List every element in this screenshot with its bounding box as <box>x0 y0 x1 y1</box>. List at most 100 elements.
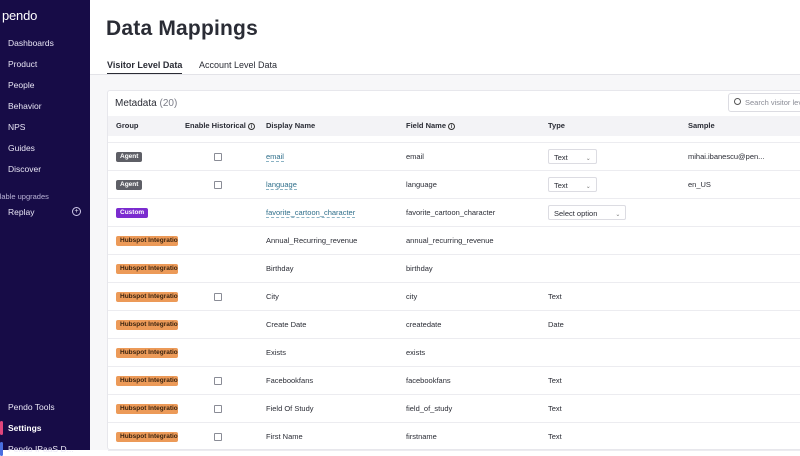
table-row: Hubspot Integration Annual_Recurring_reve… <box>108 227 800 255</box>
display-name: First Name <box>266 432 303 441</box>
chevron-down-icon: ⌄ <box>586 156 591 162</box>
field-name: annual_recurring_revenue <box>406 236 494 245</box>
display-name[interactable]: favorite_cartoon_character <box>266 208 355 218</box>
table-row: Custom favorite_cartoon_character favorite… <box>108 199 800 227</box>
active-indicator <box>0 421 3 435</box>
group-badge: Agent <box>116 180 142 190</box>
enable-historical-checkbox[interactable] <box>214 433 222 441</box>
table-row: Agent language language Text ⌄ en_US <box>108 171 800 199</box>
table-row: Hubspot Integration Exists exists <box>108 339 800 367</box>
type-value: Text <box>548 404 562 413</box>
display-name: Birthday <box>266 264 294 273</box>
group-badge: Hubspot Integration <box>116 432 178 442</box>
nav-settings[interactable]: Settings <box>8 423 42 433</box>
type-value: Text <box>548 432 562 441</box>
search-input[interactable]: Search visitor lev <box>728 93 800 112</box>
tab-visitor-level-data[interactable]: Visitor Level Data <box>107 60 182 75</box>
col-enable-historical-label: Enable Historical <box>185 121 246 130</box>
add-circle-icon[interactable]: + <box>72 207 81 216</box>
display-name: Field Of Study <box>266 404 314 413</box>
col-sample[interactable]: Sample <box>688 121 715 130</box>
metadata-title: Metadata <box>115 98 157 109</box>
col-enable-historical[interactable]: Enable Historicali <box>185 121 255 130</box>
col-field-name-label: Field Name <box>406 121 446 130</box>
type-select[interactable]: Text ⌄ <box>548 177 597 192</box>
main-content: Data Mappings Visitor Level Data Account… <box>90 0 800 450</box>
nav-pendo-tools[interactable]: Pendo Tools <box>8 402 55 412</box>
field-name: firstname <box>406 432 437 441</box>
search-icon <box>734 98 741 105</box>
enable-historical-checkbox[interactable] <box>214 153 222 161</box>
type-value: Text <box>554 181 568 190</box>
group-badge: Hubspot Integration <box>116 264 178 274</box>
nav-dashboards[interactable]: Dashboards <box>8 38 54 48</box>
table-row: Hubspot IntegrationBirthdaybirthday <box>108 255 800 283</box>
field-name: field_of_study <box>406 404 452 413</box>
nav-guides[interactable]: Guides <box>8 143 35 153</box>
group-badge: Hubspot Integration <box>116 348 178 358</box>
nav-replay[interactable]: Replay <box>8 207 34 217</box>
info-icon[interactable]: i <box>248 123 255 130</box>
display-name[interactable]: language <box>266 180 297 190</box>
field-name: exists <box>406 348 425 357</box>
enable-historical-checkbox[interactable] <box>214 181 222 189</box>
nav-discover[interactable]: Discover <box>8 164 41 174</box>
table-row: Agent email email Text⌄ mihai.ibanescu@pen..… <box>108 143 800 171</box>
col-field-name[interactable]: Field Namei <box>406 121 455 130</box>
display-name: Annual_Recurring_revenue <box>266 236 357 245</box>
content-area: Metadata (20) Search visitor lev Group E… <box>90 75 800 450</box>
nav-product[interactable]: Product <box>8 59 37 69</box>
type-value: Text <box>548 292 562 301</box>
type-value: Text <box>548 376 562 385</box>
nav-behavior[interactable]: Behavior <box>8 101 42 111</box>
info-icon[interactable]: i <box>448 123 455 130</box>
available-upgrades-label: ilable upgrades <box>0 192 49 201</box>
type-select[interactable]: Text⌄ <box>548 149 597 164</box>
table-body: Agent email email Text ⌄ mihai.ibanescu@pen..… <box>108 142 800 451</box>
table-row: Hubspot IntegrationCreate Datecreatedate… <box>108 311 800 339</box>
metadata-card: Metadata (20) Search visitor lev Group E… <box>107 90 800 450</box>
nav-people[interactable]: People <box>8 80 34 90</box>
group-badge: Custom <box>116 208 148 218</box>
field-name: email <box>406 152 424 161</box>
tab-account-level-data[interactable]: Account Level Data <box>199 60 277 70</box>
display-name[interactable]: email <box>266 152 284 162</box>
field-name: facebookfans <box>406 376 451 385</box>
table-header: Group Enable Historicali Display Name Fi… <box>108 116 800 136</box>
col-type[interactable]: Type <box>548 121 565 130</box>
table-row: Hubspot Integration Facebookfans facebookf… <box>108 367 800 395</box>
type-value: Date <box>548 320 564 329</box>
chevron-down-icon: ⌄ <box>615 212 620 218</box>
sample-value: en_US <box>688 180 711 189</box>
card-title: Metadata (20) <box>115 98 177 109</box>
page-title: Data Mappings <box>106 17 258 41</box>
table-row: Hubspot Integration Field Of Study field_o… <box>108 395 800 423</box>
display-name: Exists <box>266 348 286 357</box>
col-group[interactable]: Group <box>116 121 139 130</box>
field-name: favorite_cartoon_character <box>406 208 495 217</box>
display-name: Facebookfans <box>266 376 313 385</box>
field-name: language <box>406 180 437 189</box>
group-badge: Hubspot Integration <box>116 236 178 246</box>
group-badge: Hubspot Integration <box>116 292 178 302</box>
metadata-count: (20) <box>159 98 177 109</box>
app-indicator <box>0 442 3 456</box>
col-display-name[interactable]: Display Name <box>266 121 315 130</box>
chevron-down-icon: ⌄ <box>586 184 591 190</box>
nav-app-switcher[interactable]: Pendo IPaaS D... <box>8 444 74 454</box>
group-badge: Hubspot Integration <box>116 404 178 414</box>
search-placeholder: Search visitor lev <box>745 98 800 107</box>
display-name: City <box>266 292 279 301</box>
table-row: Hubspot IntegrationCitycityText <box>108 283 800 311</box>
sample-value: mihai.ibanescu@pen... <box>688 152 764 161</box>
nav-nps[interactable]: NPS <box>8 122 25 132</box>
table-row: Hubspot Integration First Name firstname Te… <box>108 423 800 451</box>
enable-historical-checkbox[interactable] <box>214 405 222 413</box>
pendo-logo: pendo <box>2 8 37 23</box>
group-badge: Agent <box>116 152 142 162</box>
enable-historical-checkbox[interactable] <box>214 377 222 385</box>
type-value: Select option <box>554 209 597 218</box>
type-select[interactable]: Select option ⌄ <box>548 205 626 220</box>
group-badge: Hubspot Integration <box>116 376 178 386</box>
enable-historical-checkbox[interactable] <box>214 293 222 301</box>
